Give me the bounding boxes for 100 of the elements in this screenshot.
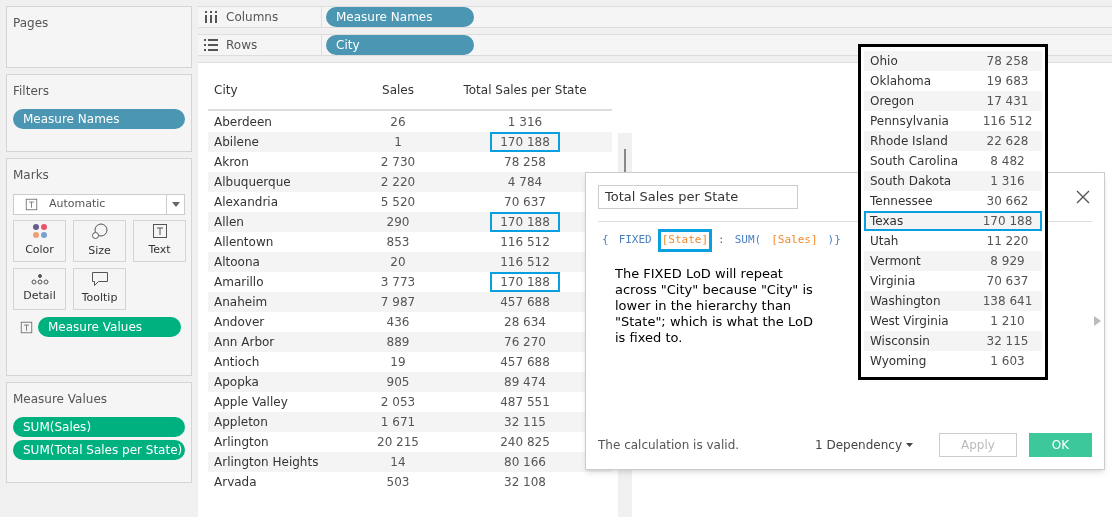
card-title: Filters (13, 83, 50, 99)
table-cell-text: Andover (213, 314, 266, 331)
column-header[interactable]: Sales (358, 81, 438, 109)
table-cell-text: 2 220 (379, 174, 417, 191)
close-icon[interactable] (1076, 190, 1090, 204)
table-cell-text: 487 551 (499, 394, 551, 411)
table-cell-text: Aberdeen (213, 114, 273, 131)
color-dots-icon (31, 223, 48, 240)
table-cell-text: 78 258 (503, 154, 547, 171)
column-header[interactable]: City (208, 81, 358, 109)
table-cell-text: 290 (385, 214, 411, 231)
text-icon (25, 198, 38, 211)
state-total: 32 115 (985, 333, 1030, 350)
table-cell-text: 19 (389, 354, 407, 371)
table-cell: 170 188 (490, 132, 560, 152)
state-name: Ohio (870, 53, 899, 70)
table-cell-text: 32 115 (503, 414, 547, 431)
mark-property-button[interactable]: Size (73, 220, 126, 262)
text-icon (20, 320, 33, 334)
table-cell-text: Amarillo (213, 274, 265, 291)
state-total: 17 431 (985, 93, 1030, 110)
card-title: Pages (13, 15, 50, 31)
table-cell-text: Anaheim (213, 294, 269, 311)
state-name: Virginia (870, 273, 917, 290)
state-name: South Dakota (870, 173, 953, 190)
state-name: Texas (870, 213, 905, 230)
column-header[interactable]: Total Sales per State (438, 81, 612, 109)
dependency-dropdown[interactable]: 1 Dependency (815, 436, 913, 454)
mark-type-dropdown[interactable]: Automatic (13, 194, 185, 215)
table-cell-text: 2 053 (379, 394, 417, 411)
detail-dots-icon (30, 273, 49, 286)
state-total: 1 603 (989, 353, 1026, 370)
table-cell-text: 32 108 (503, 474, 547, 491)
table-cell: 170 188 (490, 272, 560, 292)
formula-token: [Sales] (770, 232, 819, 248)
table-cell-text: 240 825 (499, 434, 551, 451)
table-cell-text: Altoona (213, 254, 261, 271)
table-cell-text: 80 166 (503, 454, 547, 471)
table-cell-text: 3 773 (379, 274, 417, 291)
mark-property-button[interactable]: Text (133, 220, 186, 262)
table-cell-text: Apple Valley (213, 394, 289, 411)
state-total: 1 210 (989, 313, 1026, 330)
formula-token: FIXED (617, 232, 653, 248)
state-total: 138 641 (981, 293, 1034, 310)
state-total: 116 512 (981, 113, 1034, 130)
dropdown-caret-icon (171, 202, 180, 207)
shelf-label: Columns (226, 9, 279, 26)
table-cell-text: 26 (389, 114, 407, 131)
calculation-name-field[interactable]: Total Sales per State (598, 185, 798, 209)
table-cell-text: Arlington Heights (213, 454, 320, 471)
mark-property-button[interactable]: Color (13, 220, 66, 262)
table-cell-text: Allen (213, 214, 245, 231)
table-cell-text: Arlington (213, 434, 270, 451)
state-name: Rhode Island (870, 133, 949, 150)
state-total: 19 683 (985, 73, 1030, 90)
state-name: Washington (870, 293, 942, 310)
note-text: The FIXED LoD will repeat across "City" because "City" is lower in the hierarchy than "State"; which is what the LoD is fixed to. (615, 265, 813, 346)
table-cell-text: 89 474 (503, 374, 547, 391)
mark-property-button[interactable]: Tooltip (73, 268, 126, 310)
table-cell-text: Albuquerque (213, 174, 292, 191)
state-total: 170 188 (981, 213, 1034, 230)
table-cell-text: Appleton (213, 414, 269, 431)
dropdown-caret-icon (906, 443, 913, 447)
table-cell-text: 28 634 (503, 314, 547, 331)
table-cell-text: 889 (385, 334, 411, 351)
card-title: Measure Values (13, 391, 109, 407)
table-cell-text: 1 316 (506, 114, 544, 131)
table-cell-text: Ann Arbor (213, 334, 276, 351)
formula-token: )} (826, 232, 842, 248)
state-total: 1 316 (989, 173, 1026, 190)
table-cell-text: Akron (213, 154, 250, 171)
table-cell: 170 188 (490, 212, 560, 232)
table-cell-text: Apopka (213, 374, 260, 391)
text-icon (151, 223, 168, 240)
table-cell-text: 20 215 (376, 434, 420, 451)
table-cell-text: 1 671 (379, 414, 417, 431)
table-cell-text: 905 (385, 374, 411, 391)
table-cell-text: 14 (389, 454, 407, 471)
state-total: 11 220 (985, 233, 1030, 250)
table-cell-text: 436 (385, 314, 411, 331)
formula-editor[interactable]: { FIXED [State] : SUM( [Sales] )} (598, 229, 845, 252)
table-cell-text: 853 (385, 234, 411, 251)
table-cell-text: Allentown (213, 234, 275, 251)
table-cell-text: 457 688 (499, 294, 551, 311)
table-cell-text: 4 784 (506, 174, 544, 191)
state-name: Wyoming (870, 353, 928, 370)
rows-icon (204, 39, 218, 51)
mark-property-button[interactable]: Detail (13, 268, 66, 310)
table-cell-text: Abilene (213, 134, 260, 151)
state-name: South Carolina (870, 153, 960, 170)
table-cell-text: 5 520 (379, 194, 417, 211)
table-cell-text: 1 (393, 134, 403, 151)
card-title: Marks (13, 167, 50, 183)
state-name: Utah (870, 233, 900, 250)
state-total: 70 637 (985, 273, 1030, 290)
table-cell-text: 116 512 (499, 234, 551, 251)
state-name: Tennessee (870, 193, 934, 210)
state-name: Oklahoma (870, 73, 933, 90)
state-name: Vermont (870, 253, 922, 270)
formula-token: : (717, 232, 726, 248)
